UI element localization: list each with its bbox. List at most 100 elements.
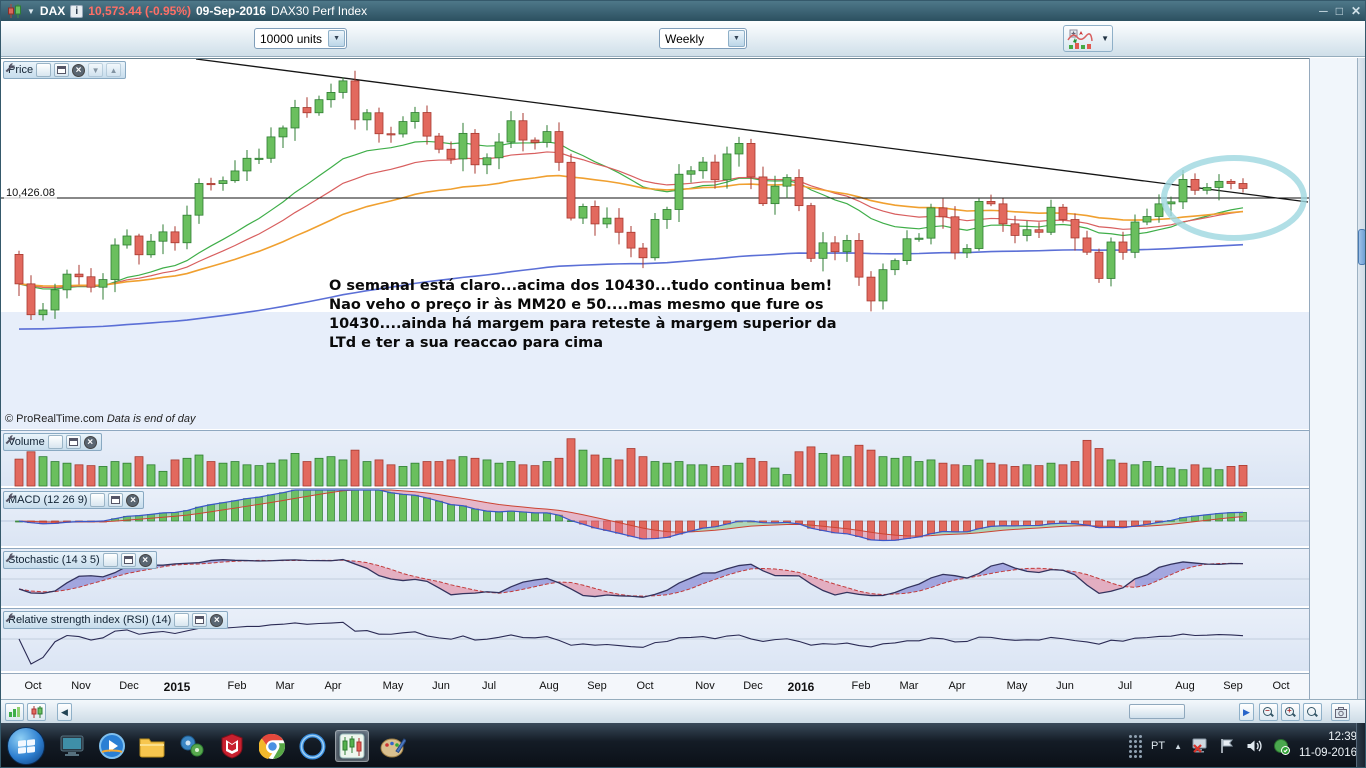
magnifier-plus-icon: + bbox=[1285, 706, 1296, 718]
rsi-panel-header: Relative strength index (RSI) (14) × bbox=[3, 611, 229, 629]
analysis-annotation: O semanal está claro...acima dos 10430..… bbox=[329, 278, 837, 352]
close-button[interactable]: ✕ bbox=[1351, 4, 1361, 18]
maximize-button[interactable]: □ bbox=[1336, 4, 1343, 18]
x-axis-label: Oct bbox=[24, 680, 42, 692]
detach-window-icon[interactable] bbox=[120, 553, 136, 567]
horizontal-line-label: 10,426.08 bbox=[4, 187, 57, 199]
x-axis-label: Nov bbox=[71, 680, 91, 692]
detach-window-icon[interactable] bbox=[192, 613, 208, 627]
tray-clock[interactable]: 12:39 11-09-2016 bbox=[1299, 730, 1357, 761]
wrench-icon[interactable] bbox=[5, 63, 52, 77]
stochastic-panel-header: Stochastic (14 3 5) × bbox=[3, 551, 157, 569]
rsi-panel-title: Relative strength index (RSI) (14) bbox=[8, 614, 172, 626]
snapshot-button[interactable] bbox=[1331, 703, 1350, 721]
vertical-scrollbar[interactable] bbox=[1357, 58, 1365, 699]
horizontal-scrollbar-thumb[interactable] bbox=[1129, 704, 1185, 719]
indicator-chart-icon bbox=[1067, 29, 1093, 49]
close-icon[interactable]: × bbox=[210, 613, 224, 627]
taskbar-browser-button[interactable] bbox=[295, 730, 329, 762]
x-axis-label: Mar bbox=[275, 680, 295, 692]
move-down-icon[interactable]: ▼ bbox=[88, 63, 104, 77]
volume-speaker-icon[interactable] bbox=[1245, 737, 1263, 755]
display-settings-button[interactable] bbox=[5, 703, 24, 721]
units-select-value: 10000 units bbox=[260, 31, 323, 46]
network-disconnected-icon[interactable] bbox=[1191, 737, 1209, 755]
x-axis-label: Dec bbox=[119, 680, 139, 692]
window-titlebar[interactable]: ▼ DAX i 10,573.44 (-0.95%) 09-Sep-2016 D… bbox=[1, 1, 1365, 21]
tray-expand-icon[interactable]: ▲ bbox=[1174, 742, 1182, 751]
minimize-button[interactable]: ─ bbox=[1319, 4, 1328, 18]
taskbar-sync-button[interactable] bbox=[175, 730, 209, 762]
tray-time: 12:39 bbox=[1328, 731, 1357, 744]
x-axis-label: Oct bbox=[1272, 680, 1290, 692]
zoom-in-button[interactable]: + bbox=[1281, 703, 1300, 721]
x-axis-label: 2016 bbox=[787, 680, 815, 694]
detach-window-icon[interactable] bbox=[54, 63, 70, 77]
mini-chart-icon bbox=[9, 707, 20, 717]
price-panel[interactable]: Price × ▼ ▲ 10,426.08 O semanal está cla… bbox=[1, 58, 1309, 429]
macd-panel[interactable]: MACD (12 26 9) × bbox=[1, 488, 1309, 546]
close-icon[interactable]: × bbox=[83, 435, 97, 449]
tray-toolbar-handle[interactable] bbox=[1129, 734, 1143, 758]
rsi-panel[interactable]: Relative strength index (RSI) (14) × bbox=[1, 608, 1309, 671]
macd-panel-header: MACD (12 26 9) × bbox=[3, 491, 145, 509]
windows-logo-icon bbox=[17, 738, 35, 754]
interval-select[interactable]: Weekly ▼ bbox=[659, 28, 747, 49]
instrument-name: DAX30 Perf Index bbox=[271, 4, 368, 18]
taskbar-mcafee-button[interactable] bbox=[215, 730, 249, 762]
detach-window-icon[interactable] bbox=[65, 435, 81, 449]
candlestick-chart-icon bbox=[8, 4, 21, 18]
vertical-scrollbar-thumb[interactable] bbox=[1358, 229, 1365, 265]
taskbar-paint-button[interactable] bbox=[375, 730, 409, 762]
wrench-icon[interactable] bbox=[5, 493, 106, 507]
x-axis-label: Aug bbox=[1175, 680, 1195, 692]
safely-remove-icon[interactable] bbox=[1272, 737, 1290, 755]
stochastic-panel[interactable]: Stochastic (14 3 5) × bbox=[1, 548, 1309, 606]
x-axis-label: Apr bbox=[948, 680, 966, 692]
time-axis: Oct Nov Dec 2015 Feb Mar Apr May Jun Jul Aug Sep Oct… bbox=[1, 673, 1309, 699]
zoom-reset-button[interactable] bbox=[1303, 703, 1322, 721]
last-price-change: 10,573.44 (-0.95%) bbox=[88, 4, 191, 18]
scroll-left-button[interactable]: ◀ bbox=[57, 703, 72, 721]
taskbar-chrome-button[interactable] bbox=[255, 730, 289, 762]
move-up-icon[interactable]: ▲ bbox=[106, 63, 122, 77]
start-button[interactable] bbox=[7, 727, 45, 765]
symbol-dropdown-caret[interactable]: ▼ bbox=[27, 7, 35, 16]
taskbar-media-player-button[interactable] bbox=[95, 730, 129, 762]
language-indicator[interactable]: PT bbox=[1151, 740, 1165, 752]
info-button[interactable]: i bbox=[70, 4, 84, 18]
wrench-icon[interactable] bbox=[5, 553, 118, 567]
paint-palette-icon bbox=[380, 737, 406, 757]
close-icon[interactable]: × bbox=[72, 63, 86, 77]
action-center-flag-icon[interactable] bbox=[1218, 737, 1236, 755]
prorealtime-window: ▼ DAX i 10,573.44 (-0.95%) 09-Sep-2016 D… bbox=[0, 0, 1366, 768]
wrench-icon[interactable] bbox=[5, 613, 190, 627]
value-axis: 12,50012,00011,50011,0009,5009,0008,5008… bbox=[1309, 58, 1357, 699]
folder-icon bbox=[139, 738, 165, 758]
x-axis-label: Jun bbox=[1056, 680, 1074, 692]
x-axis-label: Aug bbox=[539, 680, 559, 692]
units-select[interactable]: 10000 units ▼ bbox=[254, 28, 348, 49]
camera-icon bbox=[1334, 706, 1347, 718]
x-axis-label: Sep bbox=[1223, 680, 1243, 692]
taskbar-prorealtime-button[interactable] bbox=[335, 730, 369, 762]
x-axis-label: Jul bbox=[1117, 680, 1133, 692]
chevron-down-icon[interactable]: ▼ bbox=[728, 30, 745, 47]
x-axis-label: Apr bbox=[324, 680, 342, 692]
volume-panel[interactable]: Volume × bbox=[1, 430, 1309, 487]
prorealtime-icon bbox=[339, 733, 365, 759]
close-icon[interactable]: × bbox=[138, 553, 152, 567]
indicators-button[interactable]: ▼ bbox=[1063, 25, 1113, 52]
wrench-icon[interactable] bbox=[5, 435, 63, 449]
zoom-out-button[interactable]: − bbox=[1259, 703, 1278, 721]
scroll-right-button[interactable]: ▶ bbox=[1239, 703, 1254, 721]
chart-type-button[interactable] bbox=[27, 703, 46, 721]
blue-ring-icon bbox=[299, 733, 325, 759]
show-desktop-button[interactable] bbox=[1356, 723, 1365, 767]
chevron-down-icon[interactable]: ▼ bbox=[328, 30, 346, 47]
taskbar-explorer-button[interactable] bbox=[135, 730, 169, 762]
mcafee-shield-icon bbox=[221, 733, 243, 759]
detach-window-icon[interactable] bbox=[108, 493, 124, 507]
taskbar-remote-desktop-button[interactable] bbox=[55, 730, 89, 762]
close-icon[interactable]: × bbox=[126, 493, 140, 507]
